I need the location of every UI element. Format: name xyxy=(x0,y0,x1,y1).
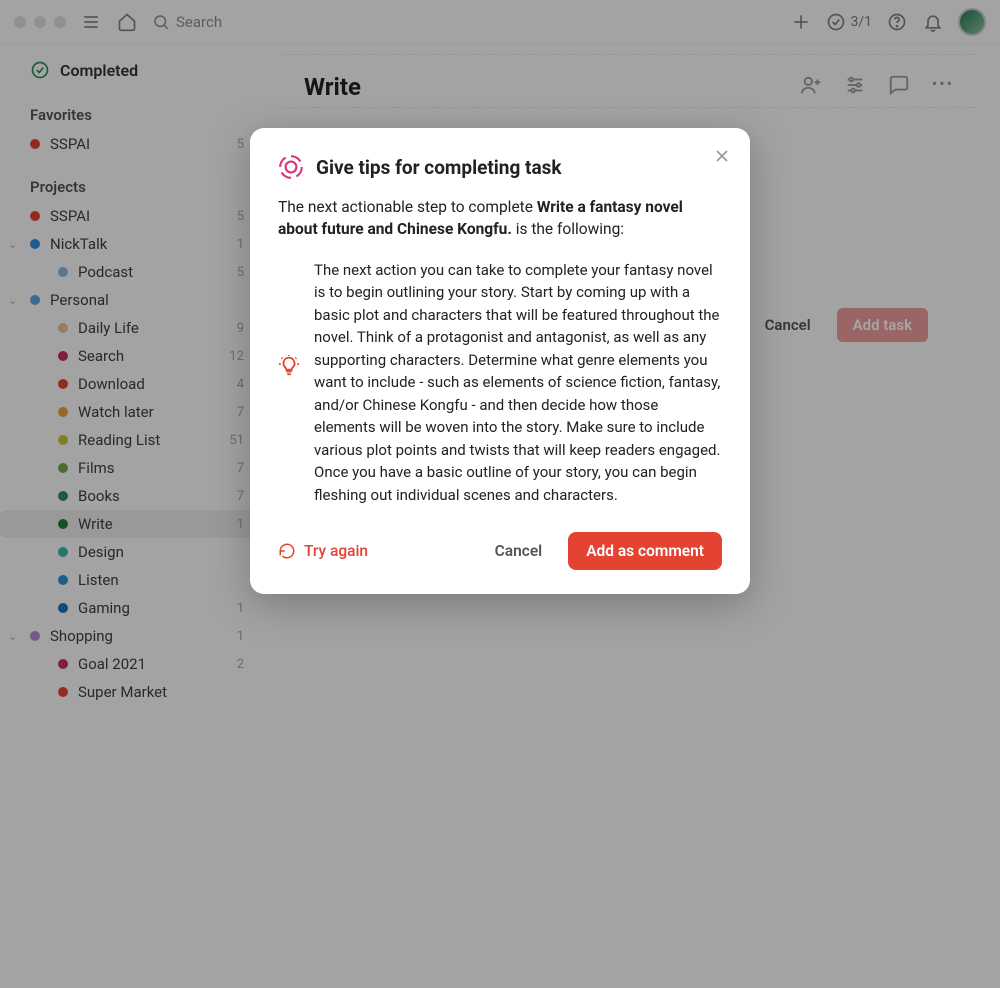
modal-overlay[interactable]: Give tips for completing task The next a… xyxy=(0,0,1000,988)
modal-title: Give tips for completing task xyxy=(316,156,562,179)
try-again-label: Try again xyxy=(304,542,368,560)
tips-modal: Give tips for completing task The next a… xyxy=(250,128,750,594)
cancel-button[interactable]: Cancel xyxy=(483,534,555,568)
try-again-button[interactable]: Try again xyxy=(278,542,368,560)
modal-tip-text: The next action you can take to complete… xyxy=(314,259,722,507)
ai-logo-icon xyxy=(278,154,304,180)
modal-intro: The next actionable step to complete Wri… xyxy=(278,196,722,241)
refresh-icon xyxy=(278,542,296,560)
lightbulb-icon xyxy=(278,355,300,377)
add-as-comment-button[interactable]: Add as comment xyxy=(568,532,722,570)
close-icon[interactable] xyxy=(712,146,732,170)
